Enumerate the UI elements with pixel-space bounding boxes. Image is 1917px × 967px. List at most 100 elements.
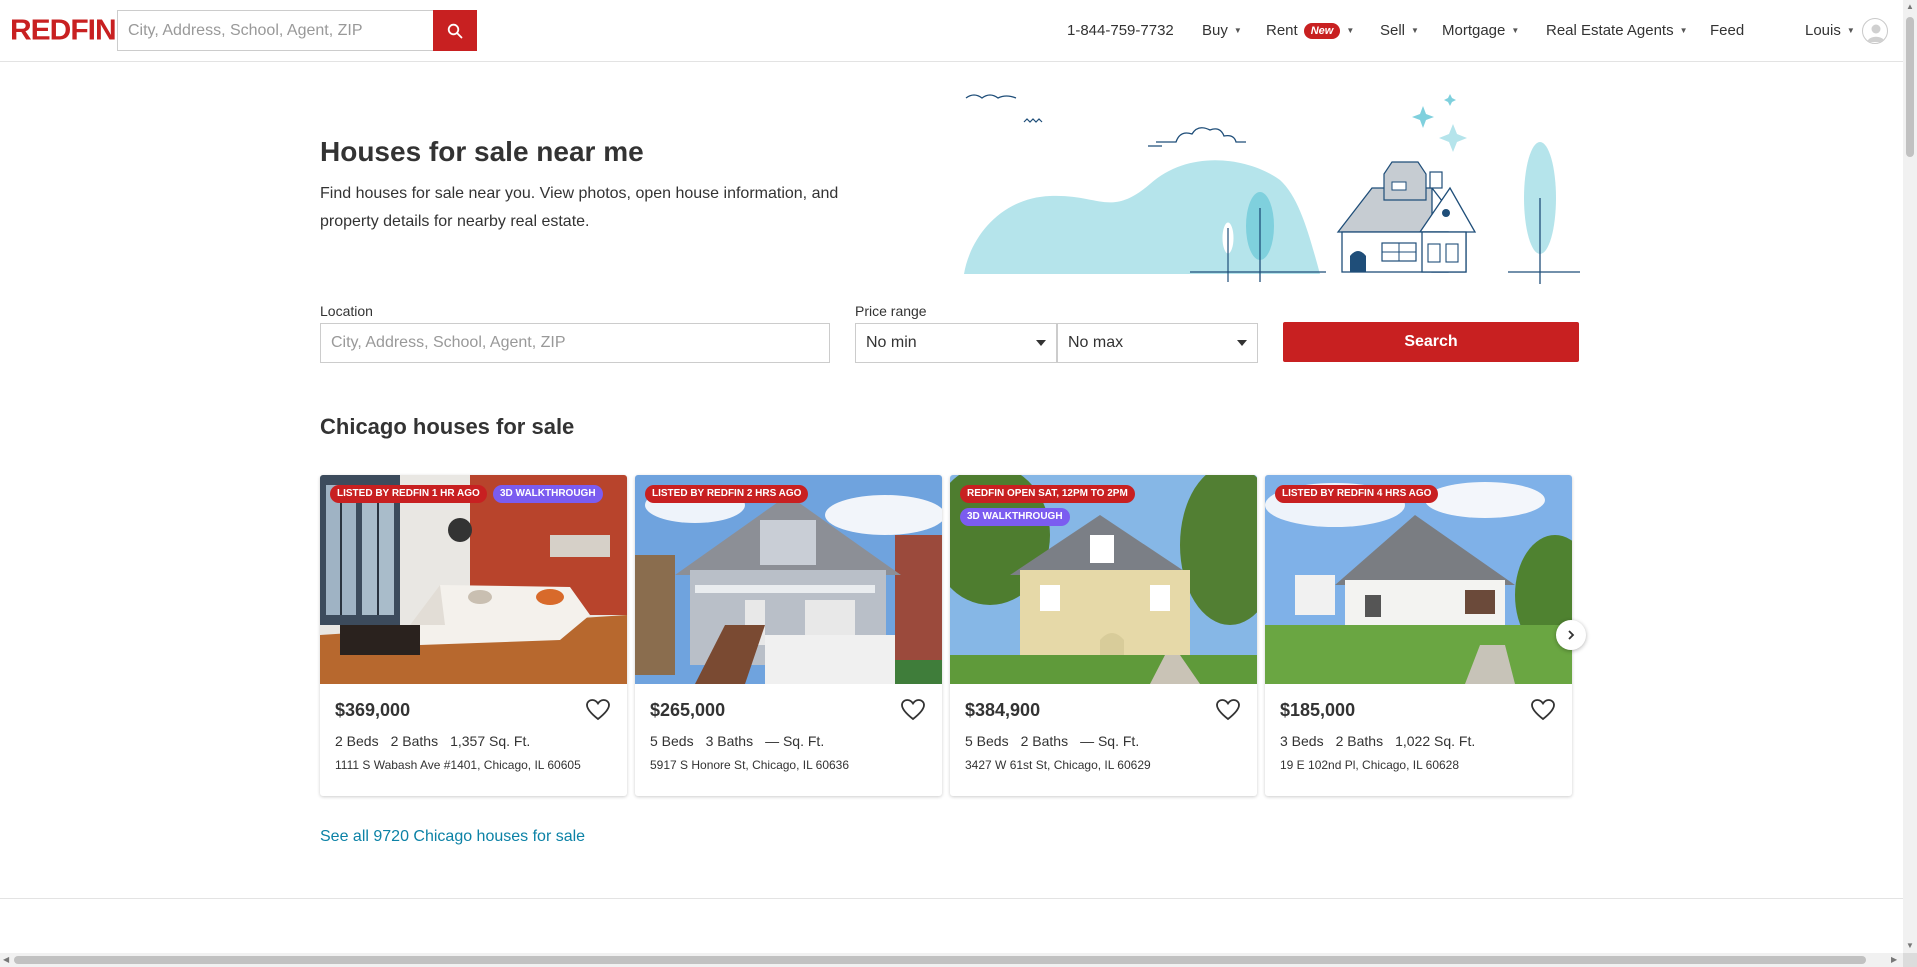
nav-rent-label: Rent [1266, 22, 1298, 39]
house-photo [635, 475, 942, 684]
listing-tag: LISTED BY REDFIN 4 HRS AGO [1275, 485, 1439, 503]
listing-tag: LISTED BY REDFIN 2 HRS AGO [645, 485, 809, 503]
listing-baths: 2 Baths [1020, 733, 1069, 749]
min-price-value: No min [866, 334, 917, 351]
living-room-photo [320, 475, 627, 684]
favorite-heart-icon[interactable] [900, 698, 926, 722]
carousel-next-button[interactable] [1556, 620, 1586, 650]
nav-rent[interactable]: Rent New ▼ [1266, 22, 1354, 39]
new-badge: New [1303, 22, 1341, 39]
redfin-logo[interactable]: REDFIN [10, 15, 117, 47]
location-input[interactable] [320, 323, 830, 363]
listing-address: 19 E 102nd Pl, Chicago, IL 60628 [1280, 758, 1460, 772]
listing-stats: 3 Beds 2 Baths 1,022 Sq. Ft. [1280, 733, 1475, 749]
listing-baths: 2 Baths [1335, 733, 1384, 749]
house-photo [1265, 475, 1572, 684]
header-search-input[interactable] [117, 10, 434, 51]
listing-price: $185,000 [1280, 700, 1356, 720]
walkthrough-tag: 3D WALKTHROUGH [960, 508, 1070, 526]
listing-card[interactable]: LISTED BY REDFIN 4 HRS AGO $185,000 3 Be… [1265, 475, 1572, 796]
user-name: Louis [1805, 22, 1841, 39]
price-range-label: Price range [855, 303, 927, 319]
nav-mortgage-label: Mortgage [1442, 22, 1506, 39]
vertical-scrollbar[interactable]: ▲ ▼ [1903, 0, 1917, 953]
scroll-down-icon[interactable]: ▼ [1906, 941, 1914, 950]
nav-agents-label: Real Estate Agents [1546, 22, 1674, 39]
favorite-heart-icon[interactable] [1215, 698, 1241, 722]
see-all-link[interactable]: See all 9720 Chicago houses for sale [320, 828, 585, 846]
listing-beds: 5 Beds [965, 733, 1009, 749]
chevron-right-icon [1568, 630, 1575, 640]
user-icon [1867, 24, 1885, 42]
open-house-tag: REDFIN OPEN SAT, 12PM TO 2PM [960, 485, 1135, 503]
search-button[interactable]: Search [1283, 322, 1579, 362]
listing-photo[interactable]: LISTED BY REDFIN 4 HRS AGO [1265, 475, 1572, 684]
divider [0, 898, 1903, 899]
nav-sell[interactable]: Sell ▼ [1380, 22, 1419, 39]
caret-down-icon: ▼ [1346, 26, 1355, 35]
listing-card[interactable]: REDFIN OPEN SAT, 12PM TO 2PM 3D WALKTHRO… [950, 475, 1257, 796]
nav-real-estate-agents[interactable]: Real Estate Agents ▼ [1546, 22, 1688, 39]
caret-down-icon: ▼ [1511, 26, 1520, 35]
caret-down-icon: ▼ [1233, 26, 1242, 35]
listing-card[interactable]: LISTED BY REDFIN 1 HR AGO 3D WALKTHROUGH… [320, 475, 627, 796]
dropdown-arrow-icon [1036, 340, 1046, 346]
nav-feed[interactable]: Feed [1710, 22, 1744, 39]
scroll-up-icon[interactable]: ▲ [1906, 2, 1914, 11]
caret-down-icon: ▼ [1411, 26, 1419, 35]
house-illustration [964, 94, 1580, 284]
listing-stats: 5 Beds 3 Baths — Sq. Ft. [650, 733, 824, 749]
horizontal-scrollbar[interactable]: ◀ ▶ [0, 953, 1903, 967]
listing-sqft: — Sq. Ft. [1080, 733, 1140, 749]
nav-sell-label: Sell [1380, 22, 1406, 39]
listing-card[interactable]: LISTED BY REDFIN 2 HRS AGO $265,000 5 Be… [635, 475, 942, 796]
caret-down-icon: ▼ [1679, 26, 1688, 35]
listing-stats: 5 Beds 2 Baths — Sq. Ft. [965, 733, 1139, 749]
listing-address: 1111 S Wabash Ave #1401, Chicago, IL 606… [335, 758, 581, 772]
page-title: Houses for sale near me [320, 136, 644, 167]
nav-buy-label: Buy [1202, 22, 1228, 39]
listing-price: $265,000 [650, 700, 726, 720]
listing-beds: 2 Beds [335, 733, 379, 749]
nav-buy[interactable]: Buy ▼ [1202, 22, 1242, 39]
top-nav-bar: REDFIN 1-844-759-7732 Buy ▼ Rent New ▼ Sell… [0, 0, 1903, 62]
scroll-left-icon[interactable]: ◀ [3, 955, 9, 964]
scrollbar-corner [1903, 953, 1917, 967]
listing-baths: 3 Baths [705, 733, 754, 749]
listing-photo[interactable]: LISTED BY REDFIN 2 HRS AGO [635, 475, 942, 684]
walkthrough-tag: 3D WALKTHROUGH [493, 485, 603, 503]
favorite-heart-icon[interactable] [585, 698, 611, 722]
listing-sqft: — Sq. Ft. [765, 733, 825, 749]
listing-beds: 5 Beds [650, 733, 694, 749]
listing-address: 5917 S Honore St, Chicago, IL 60636 [650, 758, 850, 772]
header-search-button[interactable] [433, 10, 477, 51]
min-price-select[interactable]: No min [855, 323, 1057, 363]
listing-sqft: 1,022 Sq. Ft. [1395, 733, 1476, 749]
dropdown-arrow-icon [1237, 340, 1247, 346]
vertical-scroll-thumb[interactable] [1906, 17, 1914, 157]
favorite-heart-icon[interactable] [1530, 698, 1556, 722]
listing-tag: LISTED BY REDFIN 1 HR AGO [330, 485, 487, 503]
section-title: Chicago houses for sale [320, 414, 575, 439]
nav-mortgage[interactable]: Mortgage ▼ [1442, 22, 1519, 39]
header-search [117, 10, 477, 51]
listing-photo[interactable]: LISTED BY REDFIN 1 HR AGO 3D WALKTHROUGH [320, 475, 627, 684]
listing-price: $369,000 [335, 700, 411, 720]
search-icon [447, 23, 463, 38]
house-photo [950, 475, 1257, 684]
max-price-select[interactable]: No max [1057, 323, 1258, 363]
avatar[interactable] [1862, 18, 1888, 44]
phone-number[interactable]: 1-844-759-7732 [1067, 22, 1174, 39]
listing-photo[interactable]: REDFIN OPEN SAT, 12PM TO 2PM 3D WALKTHRO… [950, 475, 1257, 684]
listing-sqft: 1,357 Sq. Ft. [450, 733, 531, 749]
caret-down-icon: ▼ [1846, 26, 1855, 35]
listing-price: $384,900 [965, 700, 1041, 720]
horizontal-scroll-thumb[interactable] [14, 956, 1866, 964]
listing-stats: 2 Beds 2 Baths 1,357 Sq. Ft. [335, 733, 530, 749]
page-description: Find houses for sale near you. View phot… [320, 185, 839, 230]
listing-beds: 3 Beds [1280, 733, 1324, 749]
user-menu[interactable]: Louis ▼ [1805, 22, 1855, 39]
scroll-right-icon[interactable]: ▶ [1891, 955, 1897, 964]
location-label: Location [320, 303, 373, 319]
max-price-value: No max [1068, 334, 1124, 351]
